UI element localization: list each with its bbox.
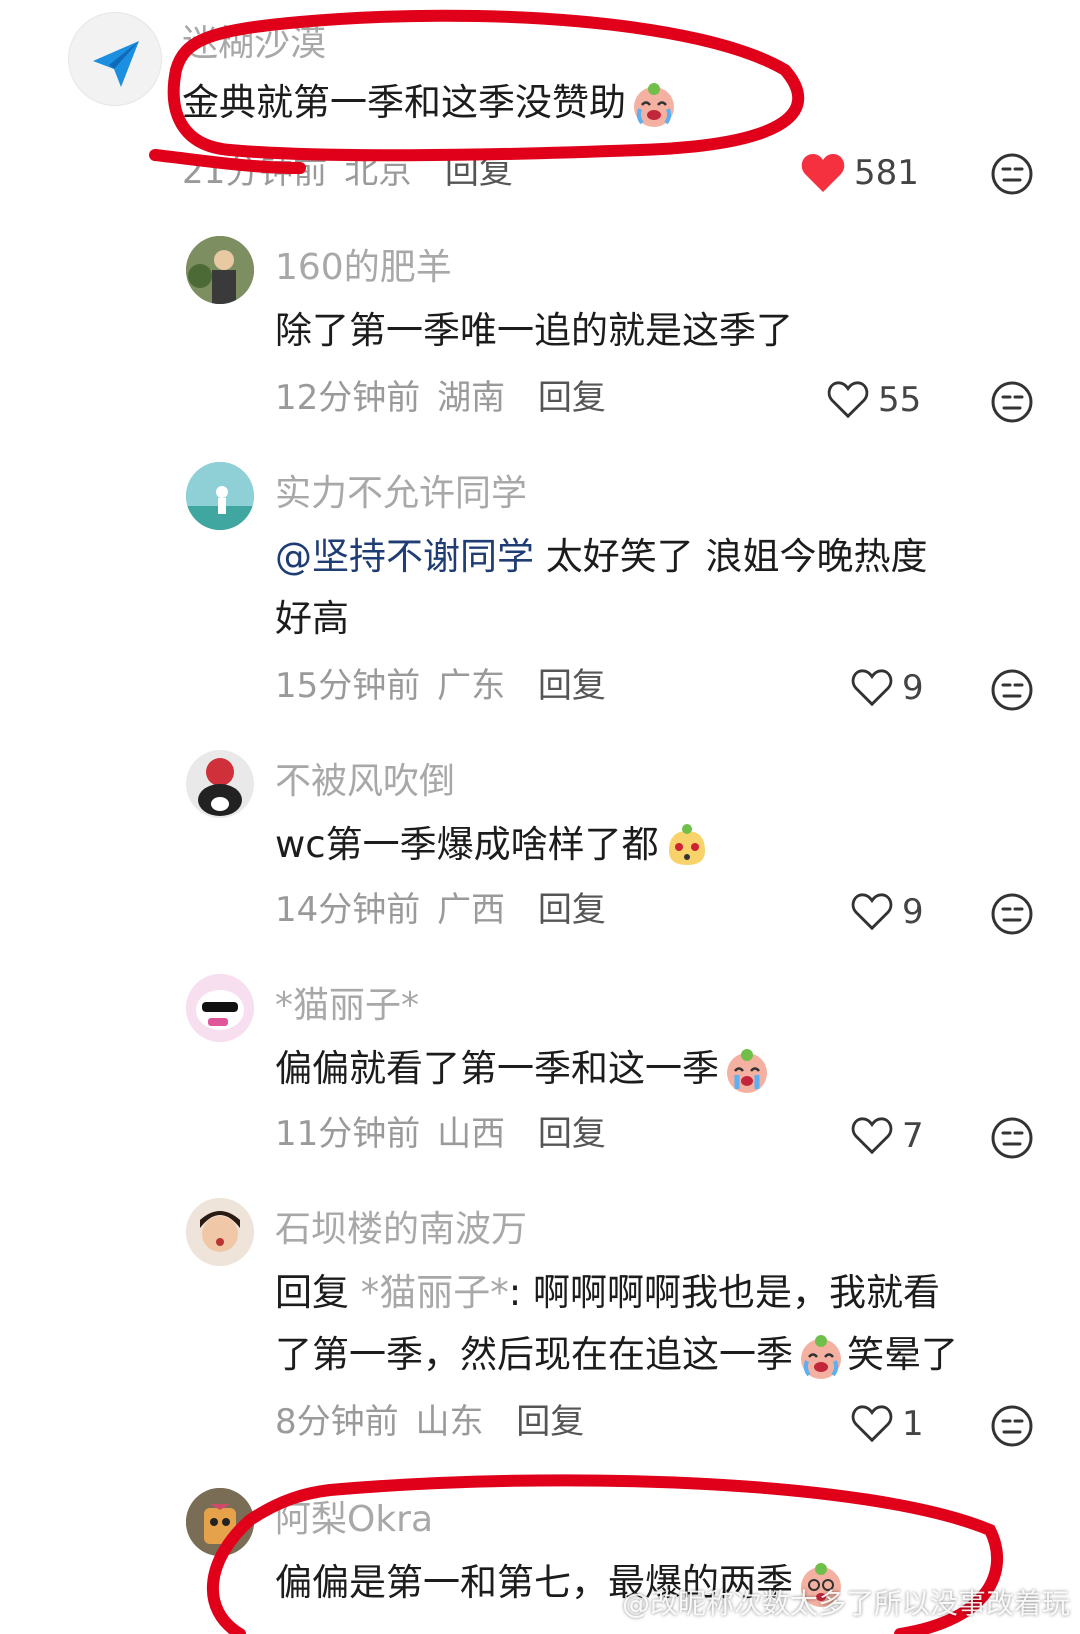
comment-time: 12分钟前	[275, 378, 421, 418]
comment-meta: 12分钟前 湖南 回复	[275, 376, 606, 420]
reply-button[interactable]: 回复	[538, 890, 606, 930]
avatar-character-icon	[186, 1488, 254, 1556]
like-count: 9	[902, 892, 924, 932]
like-button[interactable]: 581	[800, 152, 919, 194]
avatar[interactable]	[186, 974, 254, 1042]
heart-outline-icon	[851, 669, 893, 707]
reply-button[interactable]: 回复	[445, 152, 513, 192]
avatar-cartoon-icon	[186, 974, 254, 1042]
avatar[interactable]	[186, 1198, 254, 1266]
neutral-face-icon[interactable]	[990, 1404, 1034, 1448]
reply-prefix: 回复	[275, 1271, 361, 1314]
comment-meta: 8分钟前 山东 回复	[275, 1400, 584, 1444]
username[interactable]: 石坝楼的南波万	[275, 1208, 527, 1252]
avatar[interactable]	[186, 462, 254, 530]
avatar[interactable]	[186, 750, 254, 818]
comment-location: 湖南	[437, 378, 506, 418]
comment-location: 山东	[415, 1402, 484, 1442]
heart-icon	[801, 154, 845, 192]
avatar-illustration-icon	[186, 462, 254, 530]
like-count: 7	[902, 1116, 924, 1156]
comment-time: 14分钟前	[275, 890, 421, 930]
heart-outline-icon	[851, 893, 893, 931]
like-button[interactable]: 9	[850, 668, 924, 708]
comment-meta: 14分钟前 广西 回复	[275, 888, 606, 932]
avatar[interactable]	[68, 12, 162, 106]
comment-text-body: wc第一季爆成啥样了都	[275, 823, 659, 866]
reply-button[interactable]: 回复	[516, 1402, 584, 1442]
comment-time: 21分钟前	[182, 152, 328, 192]
like-button[interactable]: 9	[850, 892, 924, 932]
comment-text: 金典就第一季和这季没赞助	[182, 72, 680, 134]
heart-outline-icon	[827, 381, 869, 419]
avatar-dog-icon	[186, 750, 254, 818]
comment-meta: 15分钟前 广东 回复	[275, 664, 606, 708]
mention-link[interactable]: @坚持不谢同学	[275, 535, 534, 578]
comment-time: 8分钟前	[275, 1402, 399, 1442]
username[interactable]: 迷糊沙漠	[182, 22, 326, 66]
neutral-face-icon[interactable]	[990, 380, 1034, 424]
avatar-child-photo-icon	[186, 1198, 254, 1266]
comment-text: 回复 *猫丽子*: 啊啊啊啊我也是，我就看 了第一季，然后现在在追这一季 笑晕了	[275, 1262, 1065, 1386]
username[interactable]: *猫丽子*	[275, 984, 419, 1028]
reply-button[interactable]: 回复	[538, 378, 606, 418]
comment-meta: 11分钟前 山西 回复	[275, 1112, 606, 1156]
comment-text: wc第一季爆成啥样了都	[275, 814, 713, 876]
crying-emoji-icon	[727, 1048, 767, 1093]
paper-plane-icon	[93, 41, 139, 87]
username[interactable]: 160的肥羊	[275, 246, 452, 290]
comment-time: 15分钟前	[275, 666, 421, 706]
neutral-face-icon[interactable]	[990, 668, 1034, 712]
comment-time: 11分钟前	[275, 1114, 421, 1154]
crying-laugh-emoji-icon	[801, 1334, 841, 1379]
username[interactable]: 阿梨Okra	[275, 1498, 433, 1542]
like-button[interactable]: 7	[850, 1116, 924, 1156]
neutral-face-icon[interactable]	[990, 892, 1034, 936]
neutral-face-icon[interactable]	[990, 1116, 1034, 1160]
reply-to-user[interactable]: *猫丽子*	[361, 1271, 509, 1314]
shocked-emoji-icon	[668, 823, 705, 865]
comment-location: 山西	[437, 1114, 506, 1154]
crying-laugh-emoji-icon	[634, 82, 674, 127]
comment-location: 广东	[437, 666, 506, 706]
avatar-photo-icon	[186, 236, 254, 304]
like-count: 55	[878, 380, 922, 420]
comment-text-line1: 太好笑了 浪姐今晚热度	[534, 535, 928, 578]
comment-text: @坚持不谢同学 太好笑了 浪姐今晚热度 好高	[275, 526, 1035, 650]
like-count: 581	[854, 153, 919, 193]
comment-meta: 21分钟前 北京 回复	[182, 150, 513, 194]
comment-text-line2b: 笑晕了	[847, 1333, 958, 1376]
comment-text-body: 金典就第一季和这季没赞助	[182, 81, 626, 124]
username[interactable]: 实力不允许同学	[275, 472, 527, 516]
comment-text-line2a: 了第一季，然后现在在追这一季	[275, 1333, 793, 1376]
avatar[interactable]	[186, 236, 254, 304]
comment-text-line1: : 啊啊啊啊我也是，我就看	[508, 1271, 940, 1314]
comment-location: 北京	[344, 152, 413, 192]
comment-text: 除了第一季唯一追的就是这季了	[275, 309, 793, 352]
watermark: @改昵称次数太多了所以没事改着玩	[621, 1587, 1070, 1620]
avatar[interactable]	[186, 1488, 254, 1556]
heart-outline-icon	[851, 1405, 893, 1443]
reply-button[interactable]: 回复	[538, 1114, 606, 1154]
comment-location: 广西	[437, 890, 506, 930]
comment-text: 偏偏就看了第一季和这一季	[275, 1038, 773, 1100]
heart-outline-icon	[851, 1117, 893, 1155]
neutral-face-icon[interactable]	[990, 152, 1034, 196]
like-button[interactable]: 1	[850, 1404, 924, 1444]
comment-text-line2: 好高	[275, 597, 349, 640]
comment-text-body: 偏偏就看了第一季和这一季	[275, 1047, 719, 1090]
username[interactable]: 不被风吹倒	[275, 760, 455, 804]
like-count: 9	[902, 668, 924, 708]
like-count: 1	[902, 1404, 924, 1444]
reply-button[interactable]: 回复	[538, 666, 606, 706]
like-button[interactable]: 55	[826, 380, 921, 420]
